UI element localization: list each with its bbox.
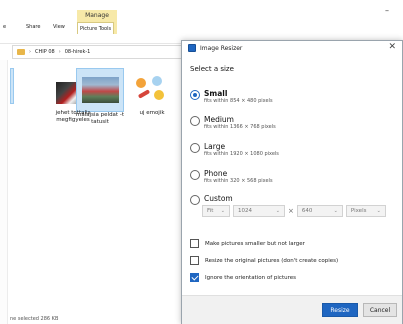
checkbox-replace-originals[interactable]: Resize the original pictures (don't crea… [190,256,338,265]
height-input[interactable]: 640 ⌄ [296,205,343,217]
cancel-button[interactable]: Cancel [363,303,397,317]
option-label: Small [204,89,228,98]
fit-mode-select[interactable]: Fit ⌄ [202,205,230,217]
chevron-right-icon: › [29,49,31,55]
option-description: fits within 1366 × 768 pixels [204,124,276,130]
checkbox-label: Ignore the orientation of pictures [205,274,296,281]
tab-partial[interactable]: e [3,24,6,30]
chevron-right-icon: › [58,49,61,55]
radio-large[interactable] [190,143,200,153]
chevron-down-icon: ⌄ [275,208,280,214]
dialog-title-bar: Image Resizer [188,44,242,52]
navigation-pane[interactable] [0,60,8,324]
file-caption: uj emojik [139,110,165,116]
tab-view[interactable]: View [53,24,65,30]
minimize-button[interactable]: – [385,6,389,15]
size-option-medium[interactable]: Medium fits within 1366 × 768 pixels [190,115,276,131]
size-option-custom[interactable]: Custom [190,194,233,205]
checkbox-shrink-only[interactable]: Make pictures smaller but not larger [190,239,305,248]
address-bar[interactable]: › CHIP 08 › 08-hirek-1 [12,45,182,59]
breadcrumb-chip08[interactable]: CHIP 08 [35,49,55,55]
chevron-down-icon: ⌄ [220,208,225,214]
unit-select[interactable]: Pixels ⌄ [345,205,386,217]
tab-share[interactable]: Share [26,24,40,30]
dialog-title: Image Resizer [200,44,243,52]
status-bar: ne selected 286 KB [10,316,59,322]
resize-button[interactable]: Resize [322,303,358,317]
emoji-icon [154,90,164,100]
radio-phone[interactable] [190,170,200,180]
checkbox-label: Make pictures smaller but not larger [205,240,305,247]
folder-icon [17,49,25,55]
option-description: fits within 1920 × 1080 pixels [204,151,279,157]
file-thumbnail[interactable] [132,72,172,108]
chevron-down-icon: ⌄ [376,208,381,214]
photo-preview [82,77,119,103]
close-icon[interactable]: ✕ [388,42,396,52]
width-input[interactable]: 1024 ⌄ [233,205,285,217]
file-thumbnail-selected[interactable] [76,68,124,112]
option-label: Phone [204,169,228,178]
chevron-down-icon: ⌄ [333,208,338,214]
radio-medium[interactable] [190,116,200,126]
checkbox[interactable] [190,239,199,248]
checkbox-checked[interactable] [190,273,199,282]
size-option-large[interactable]: Large fits within 1920 × 1080 pixels [190,142,279,158]
image-resizer-dialog: Image Resizer ✕ Select a size Small fits… [181,40,403,324]
file-caption: malajsia peldat -t tatusit [76,112,124,125]
image-resizer-icon [188,44,196,52]
emoji-icon [137,89,151,99]
context-group-label: Manage [85,12,109,19]
checkbox-ignore-orientation[interactable]: Ignore the orientation of pictures [190,273,296,282]
radio-custom[interactable] [190,195,200,205]
option-label: Custom [204,194,233,203]
breadcrumb-hirek[interactable]: 08-hirek-1 [65,49,91,55]
custom-size-row: Fit ⌄ 1024 ⌄ × 640 ⌄ Pixels ⌄ [202,205,386,217]
checkbox-label: Resize the original pictures (don't crea… [205,257,339,264]
emoji-icon [152,76,162,86]
section-title: Select a size [190,65,234,73]
option-label: Medium [204,115,234,124]
size-option-small[interactable]: Small fits within 854 × 480 pixels [190,89,273,105]
times-sign: × [288,207,294,215]
size-option-phone[interactable]: Phone fits within 320 × 568 pixels [190,169,273,185]
emoji-icon [136,78,146,88]
tab-picture-tools[interactable]: Picture Tools [77,22,115,34]
file-thumbnail-partial[interactable] [10,68,14,104]
option-description: fits within 854 × 480 pixels [204,98,273,104]
option-label: Large [204,142,226,151]
option-description: fits within 320 × 568 pixels [204,178,273,184]
checkbox[interactable] [190,256,199,265]
radio-small[interactable] [190,90,200,100]
screen: Manage e Share View Picture Tools – › CH… [0,0,403,324]
